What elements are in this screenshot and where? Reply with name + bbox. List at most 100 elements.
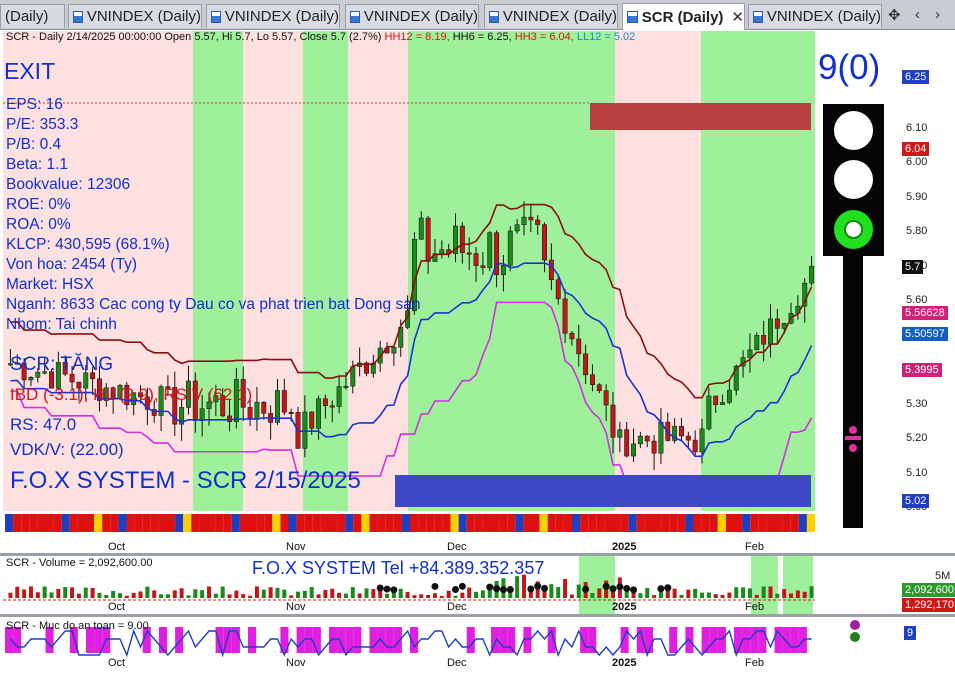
volume-dot — [390, 586, 398, 594]
tab-vnindex-2[interactable]: VNINDEX (Daily) — [206, 4, 340, 28]
signal-bar-cell — [21, 514, 30, 532]
price-header-main: SCR - Daily 2/14/2025 00:00:00 Open 5.57… — [6, 31, 382, 43]
light-middle — [834, 160, 873, 199]
volume-bar — [515, 576, 520, 598]
volume-bar — [111, 590, 116, 598]
signal-bar-cell — [345, 514, 354, 532]
candle — [391, 347, 397, 354]
signal-bar-cell — [264, 514, 273, 532]
safety-header: SCR - Muc do an toan = 9.00 — [6, 620, 149, 632]
candle — [288, 411, 294, 414]
chart-icon — [489, 10, 499, 23]
signal-bar-cell — [426, 514, 435, 532]
candle — [439, 249, 445, 254]
tab-vnindex-3[interactable]: VNINDEX (Daily) — [345, 4, 479, 28]
signal-bar-cell — [29, 514, 38, 532]
safety-block — [248, 627, 257, 653]
candle — [247, 407, 253, 419]
hh3-label: HH3 = 6.04, — [514, 31, 574, 43]
month-label: Feb — [745, 657, 764, 669]
signal-bar-cell — [37, 514, 46, 532]
signal-bar-cell — [393, 514, 402, 532]
candle — [706, 395, 712, 430]
tab-label: VNINDEX (Daily) — [502, 8, 617, 25]
month-label: Oct — [108, 541, 126, 553]
volume-bar — [713, 594, 718, 598]
safety-block — [369, 627, 378, 653]
close-icon[interactable]: ✕ — [731, 8, 744, 26]
month-label: Dec — [447, 601, 467, 613]
volume-bar — [741, 587, 746, 598]
volume-bar — [446, 590, 451, 598]
signal-bar-cell — [596, 514, 605, 532]
signal-bar-cell — [717, 514, 726, 532]
rs-label: RS: 47.0 — [10, 415, 77, 434]
volume-dot — [431, 582, 439, 590]
signal-bar-cell — [555, 514, 564, 532]
volume-bar — [700, 592, 705, 598]
tab-scroll-left-icon[interactable]: ‹ — [915, 6, 920, 23]
hh12-label: HH12 = 8.19, — [384, 31, 450, 43]
signal-bar-cell — [126, 514, 135, 532]
move-icon[interactable]: ✥ — [888, 6, 901, 24]
signal-bar-cell — [296, 514, 305, 532]
signal-bar-cell — [248, 514, 257, 532]
safety-block — [215, 627, 224, 653]
volume-bar — [213, 593, 218, 598]
volume-dot — [609, 585, 617, 593]
volume-bar — [350, 587, 355, 598]
volume-bar — [172, 590, 177, 598]
volume-bar — [467, 587, 472, 598]
hh6-label: HH6 = 6.25, — [452, 31, 512, 43]
chart-icon — [627, 11, 638, 23]
safety-block — [499, 627, 508, 653]
month-label: 2025 — [612, 601, 637, 613]
signal-bar-cell — [61, 514, 70, 532]
signal-bar-cell — [774, 514, 783, 532]
signal-bar-cell — [385, 514, 394, 532]
signal-bar-cell — [491, 514, 500, 532]
volume-bar — [179, 588, 184, 598]
tab-scroll-right-icon[interactable]: › — [935, 6, 940, 23]
signal-bar-cell — [766, 514, 775, 532]
price-scale-tick: 5.30 — [906, 397, 928, 410]
candle — [281, 390, 287, 413]
volume-dot — [630, 586, 638, 594]
candle — [774, 318, 780, 329]
candle — [199, 408, 205, 421]
fundamental-row: EPS: 16 — [6, 96, 63, 113]
signal-bar-cell — [158, 514, 167, 532]
tab-bar: (Daily) VNINDEX (Daily) VNINDEX (Daily) … — [0, 0, 955, 30]
trend-label: SCR: TĂNG — [10, 354, 114, 375]
volume-bar — [207, 586, 211, 598]
volume-bar — [432, 593, 437, 598]
signal-bar-cell — [806, 514, 815, 532]
tab-vnindex-4[interactable]: VNINDEX (Daily) — [484, 4, 618, 28]
signal-bar-cell — [215, 514, 224, 532]
safety-block — [353, 627, 362, 653]
volume-bar — [56, 589, 61, 598]
tab-vnindex-5[interactable]: VNINDEX (Daily) — [748, 4, 882, 28]
signal-bar-cell — [94, 514, 103, 532]
volume-bar — [131, 592, 136, 598]
candle — [336, 386, 342, 407]
tab-vnindex-1[interactable]: VNINDEX (Daily) — [68, 4, 202, 28]
volume-bar — [42, 586, 47, 598]
volume-bar — [371, 589, 376, 598]
safety-block — [466, 627, 475, 653]
volume-bar — [576, 584, 581, 598]
price-flag: 5.56628 — [902, 305, 948, 320]
price-scale[interactable]: 6.106.005.905.805.705.605.505.405.305.20… — [900, 31, 955, 553]
contact-label: F.O.X SYSTEM Tel +84.389.352.357 — [252, 558, 545, 578]
signal-bar-cell — [142, 514, 151, 532]
volume-bar — [768, 586, 773, 598]
safety-block — [385, 627, 394, 653]
volume-bar — [364, 588, 369, 598]
traffic-light-pole — [843, 256, 863, 528]
volume-dot — [383, 585, 391, 593]
tab-scr[interactable]: SCR (Daily) ✕ — [622, 3, 745, 30]
tab-daily[interactable]: (Daily) — [0, 4, 65, 28]
signal-counter: 9(0) — [818, 48, 881, 87]
signal-bar-cell — [499, 514, 508, 532]
volume-bar — [679, 594, 684, 598]
